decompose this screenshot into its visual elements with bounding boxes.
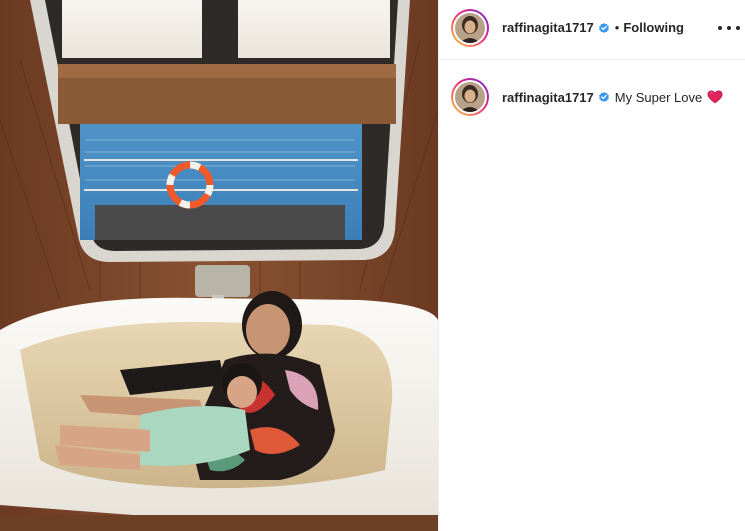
more-options-icon[interactable] [718, 18, 740, 38]
avatar[interactable] [451, 9, 489, 47]
verified-badge-icon [598, 22, 609, 33]
post-photo[interactable] [0, 0, 438, 531]
profile-picture [455, 82, 485, 112]
profile-photo-icon [455, 13, 485, 43]
caption-text: My Super Love [614, 89, 703, 105]
caption-username-link[interactable]: raffinagita1717 [502, 90, 594, 105]
caption-comment: raffinagita1717 My Super Love [451, 78, 723, 116]
header-info: raffinagita1717 • Following [502, 20, 684, 35]
story-ring [451, 9, 489, 47]
story-ring [451, 78, 489, 116]
following-button[interactable]: Following [623, 20, 684, 35]
profile-photo-icon [455, 82, 485, 112]
caption-avatar[interactable] [451, 78, 489, 116]
red-heart-icon [707, 90, 723, 104]
post-header: raffinagita1717 • Following [439, 0, 745, 60]
separator-dot: • [614, 20, 620, 35]
caption-body: raffinagita1717 My Super Love [502, 90, 723, 105]
bathtub-photo [0, 0, 438, 531]
post-sidebar: raffinagita1717 • Following raffinagita1… [438, 0, 745, 531]
profile-picture [455, 13, 485, 43]
username-link[interactable]: raffinagita1717 [502, 20, 594, 35]
verified-badge-icon [598, 92, 609, 102]
